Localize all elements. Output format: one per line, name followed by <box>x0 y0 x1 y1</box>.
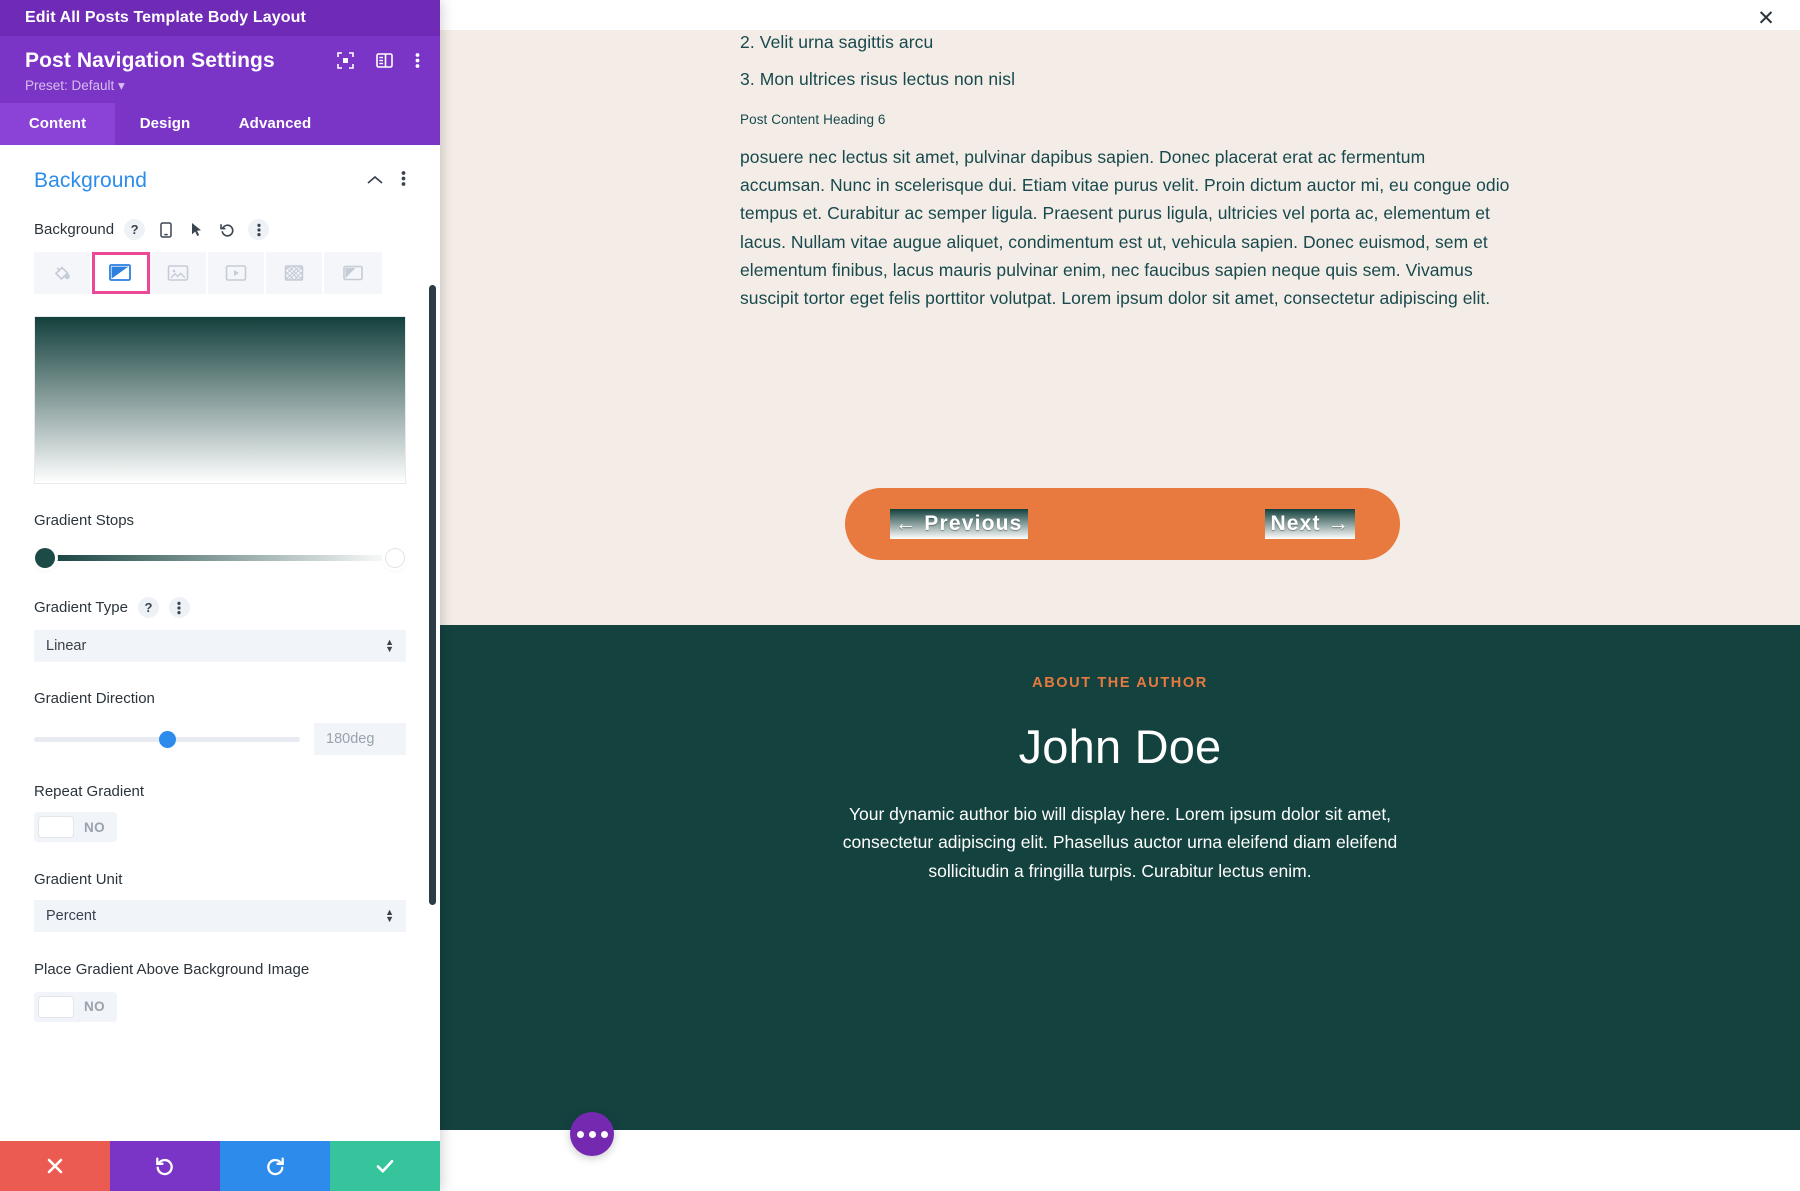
chevron-up-icon[interactable] <box>367 172 383 190</box>
background-pattern-tab[interactable] <box>266 252 324 294</box>
gradient-type-label: Gradient Type <box>34 599 128 616</box>
gradient-stops-label: Gradient Stops <box>34 512 135 529</box>
gradient-direction-row: 180deg <box>34 723 406 755</box>
place-gradient-above-label: Place Gradient Above Background Image <box>34 961 310 978</box>
more-options-fab[interactable] <box>570 1112 614 1156</box>
settings-panel: Edit All Posts Template Body Layout Post… <box>0 0 440 1191</box>
expand-icon[interactable] <box>337 52 354 69</box>
undo-button[interactable] <box>110 1141 220 1191</box>
author-name: John Doe <box>1018 720 1222 773</box>
previous-post-link[interactable]: ← Previous <box>890 508 1028 540</box>
chevron-updown-icon: ▲ ▼ <box>385 637 394 654</box>
author-section: ABOUT THE AUTHOR John Doe Your dynamic a… <box>440 625 1800 1191</box>
post-content-heading: Post Content Heading 6 <box>740 111 886 127</box>
gradient-type-label-row: Gradient Type ? <box>34 597 406 618</box>
toggle-knob <box>38 995 74 1018</box>
gradient-preview <box>34 316 406 484</box>
panel-body: Background Background ? Gradient Stops G… <box>0 145 440 1141</box>
post-paragraph: posuere nec lectus sit amet, pulvinar da… <box>740 146 1510 309</box>
gradient-stop-handle-end[interactable] <box>385 548 405 568</box>
layout-columns-icon[interactable] <box>376 52 393 69</box>
list-item: 3. Mon ultrices risus lectus non nisl <box>740 69 1016 90</box>
post-navigation-module[interactable]: ← Previous Next → <box>845 488 1400 560</box>
author-bio: Your dynamic author bio will display her… <box>842 804 1398 881</box>
hover-icon[interactable] <box>186 219 207 240</box>
tab-advanced[interactable]: Advanced <box>215 103 335 145</box>
chevron-updown-icon: ▲ ▼ <box>385 907 394 924</box>
redo-button[interactable] <box>220 1141 330 1191</box>
kebab-menu-icon[interactable] <box>168 597 190 618</box>
dot-icon <box>588 1130 596 1138</box>
close-icon[interactable]: ✕ <box>1754 6 1778 30</box>
save-button[interactable] <box>330 1141 440 1191</box>
kebab-menu-icon[interactable] <box>415 52 420 69</box>
place-gradient-above-value: NO <box>84 999 106 1015</box>
cancel-button[interactable] <box>0 1141 110 1191</box>
preview-bottom-strip <box>440 1130 1800 1191</box>
panel-footer <box>0 1141 440 1191</box>
background-type-tabs <box>34 252 406 294</box>
preset-selector[interactable]: Preset: Default ▾ <box>25 78 415 94</box>
gradient-type-value: Linear <box>46 638 87 654</box>
section-title: Background <box>34 169 148 192</box>
gradient-direction-input[interactable]: 180deg <box>314 723 406 755</box>
gradient-direction-slider[interactable] <box>34 729 300 749</box>
reset-icon[interactable] <box>217 219 238 240</box>
next-post-link[interactable]: Next → <box>1265 508 1355 540</box>
tab-design[interactable]: Design <box>115 103 215 145</box>
dot-icon <box>576 1130 584 1138</box>
panel-scrollbar[interactable] <box>429 285 436 905</box>
place-gradient-above-toggle[interactable]: NO <box>34 991 118 1022</box>
repeat-gradient-value: NO <box>84 819 106 835</box>
tab-content[interactable]: Content <box>0 103 115 145</box>
window-titlebar: Edit All Posts Template Body Layout <box>0 0 440 36</box>
help-icon[interactable]: ? <box>137 597 159 618</box>
slider-thumb[interactable] <box>159 731 177 748</box>
kebab-menu-icon[interactable] <box>401 170 406 192</box>
panel-header: Post Navigation Settings Preset: Default… <box>0 36 440 103</box>
gradient-direction-label: Gradient Direction <box>34 690 155 707</box>
repeat-gradient-toggle[interactable]: NO <box>34 812 118 842</box>
panel-tabs: Content Design Advanced <box>0 103 440 145</box>
background-section-header[interactable]: Background <box>34 145 406 193</box>
window-title: Edit All Posts Template Body Layout <box>25 9 306 26</box>
gradient-unit-value: Percent <box>46 908 96 924</box>
background-field-label-row: Background ? <box>34 219 406 240</box>
background-gradient-tab[interactable] <box>92 252 150 294</box>
gradient-stops-track <box>46 555 394 561</box>
about-author-label: ABOUT THE AUTHOR <box>1032 675 1208 691</box>
repeat-gradient-label: Repeat Gradient <box>34 783 145 800</box>
gradient-stops-slider[interactable] <box>34 545 406 571</box>
background-mask-tab[interactable] <box>324 252 382 294</box>
gradient-unit-select[interactable]: Percent ▲ ▼ <box>34 900 406 932</box>
preview-top-strip <box>440 0 1800 30</box>
responsive-icon[interactable] <box>155 219 176 240</box>
background-image-tab[interactable] <box>150 252 208 294</box>
help-icon[interactable]: ? <box>124 219 146 240</box>
dot-icon <box>600 1130 608 1138</box>
toggle-knob <box>38 816 74 838</box>
background-video-tab[interactable] <box>208 252 266 294</box>
gradient-unit-label: Gradient Unit <box>34 871 123 888</box>
gradient-stop-handle-start[interactable] <box>35 548 55 568</box>
list-item: 2. Velit urna sagittis arcu <box>740 32 934 52</box>
background-color-tab[interactable] <box>34 252 92 294</box>
gradient-type-select[interactable]: Linear ▲ ▼ <box>34 630 406 662</box>
background-field-label: Background <box>34 221 115 238</box>
kebab-menu-icon[interactable] <box>248 219 270 240</box>
